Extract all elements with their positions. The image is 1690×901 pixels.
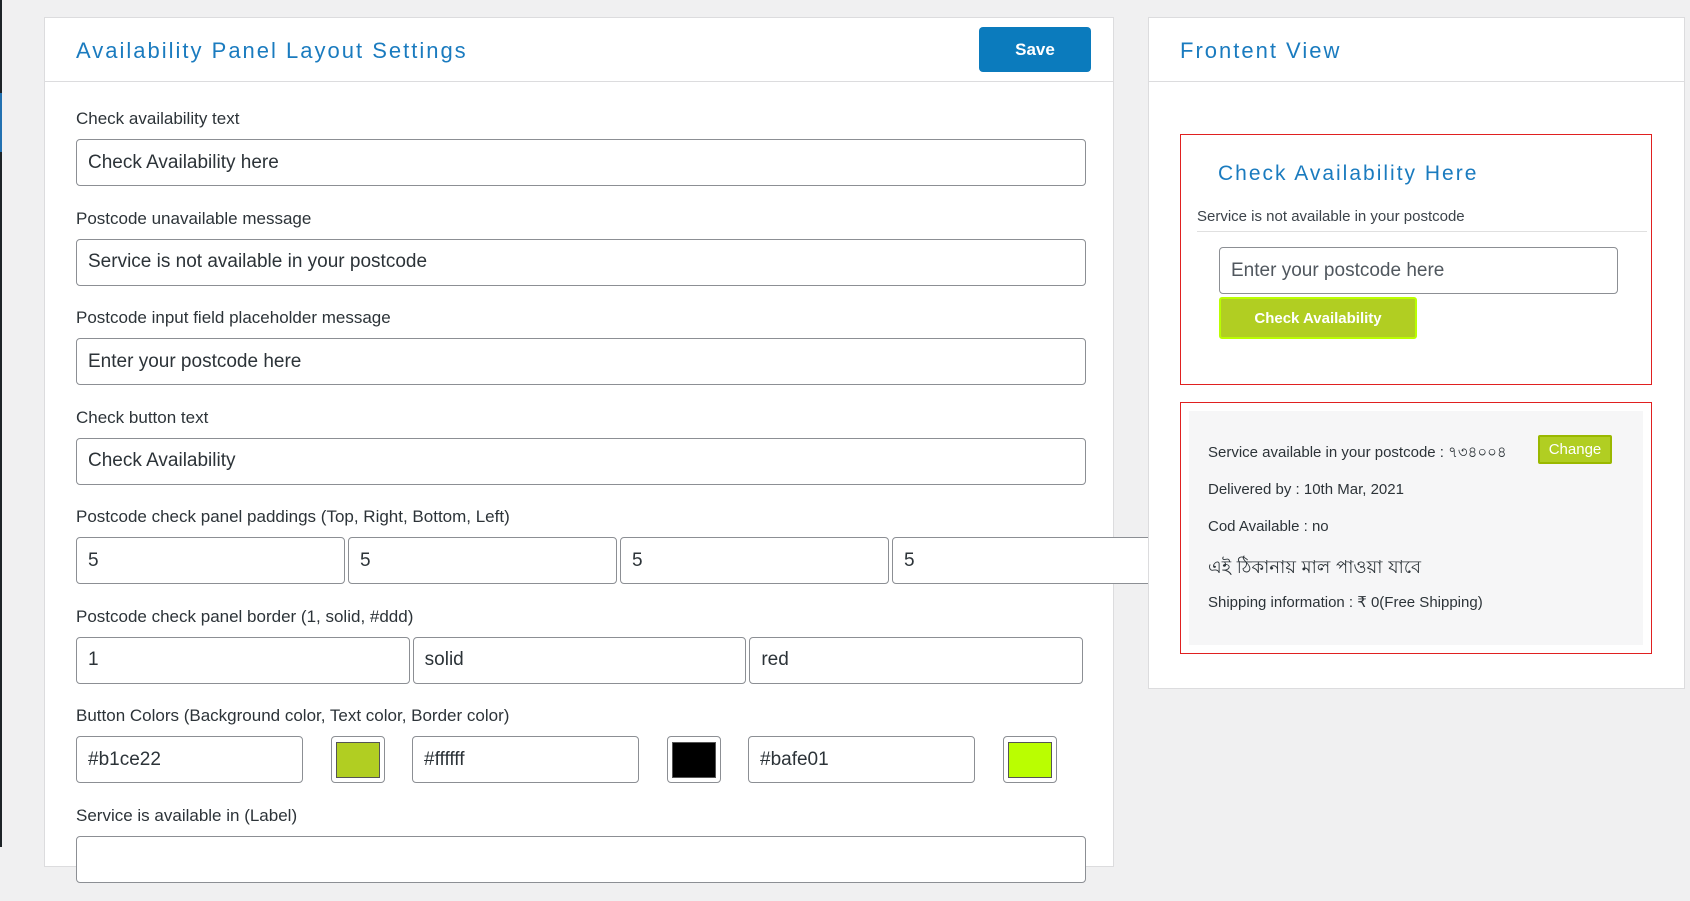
button-border-swatch — [1008, 742, 1052, 778]
check-text-label: Check availability text — [76, 105, 1086, 133]
border-style-input[interactable] — [413, 637, 747, 684]
paddings-row — [76, 537, 1083, 584]
settings-panel-header: Availability Panel Layout Settings Save — [45, 18, 1113, 82]
placeholder-msg-input[interactable] — [76, 338, 1086, 385]
check-text-input[interactable] — [76, 139, 1086, 186]
cod-available-text: Cod Available : no — [1208, 518, 1329, 535]
button-text-color-picker[interactable] — [667, 736, 721, 783]
button-border-color-picker[interactable] — [1003, 736, 1057, 783]
button-text-input[interactable] — [76, 438, 1086, 485]
border-label: Postcode check panel border (1, solid, #… — [76, 603, 1086, 631]
paddings-label: Postcode check panel paddings (Top, Righ… — [76, 503, 1086, 531]
field-paddings: Postcode check panel paddings (Top, Righ… — [76, 503, 1086, 603]
button-border-color-input[interactable] — [748, 736, 975, 783]
unavailable-msg-label: Postcode unavailable message — [76, 205, 1086, 233]
field-check-text: Check availability text — [76, 105, 1086, 205]
padding-bottom-input[interactable] — [620, 537, 889, 584]
field-placeholder-msg: Postcode input field placeholder message — [76, 304, 1086, 404]
service-available-text: Service available in your postcode : ৭৩৪… — [1208, 441, 1507, 466]
frontend-view-panel: Frontent View Check Availability Here Se… — [1148, 17, 1685, 689]
settings-form: Check availability text Postcode unavail… — [76, 105, 1086, 901]
shipping-info-text: Shipping information : ₹ 0(Free Shipping… — [1208, 593, 1483, 611]
button-text-swatch — [672, 742, 716, 778]
check-availability-button[interactable]: Check Availability — [1219, 297, 1417, 339]
field-button-colors: Button Colors (Background color, Text co… — [76, 702, 1086, 802]
change-postcode-button[interactable]: Change — [1538, 435, 1612, 464]
button-bg-swatch — [336, 742, 380, 778]
button-bg-color-input[interactable] — [76, 736, 303, 783]
padding-top-input[interactable] — [76, 537, 345, 584]
availability-check-panel: Check Availability Here Service is not a… — [1180, 134, 1652, 385]
field-unavailable-msg: Postcode unavailable message — [76, 205, 1086, 305]
padding-right-input[interactable] — [348, 537, 617, 584]
border-color-input[interactable] — [749, 637, 1083, 684]
placeholder-msg-label: Postcode input field placeholder message — [76, 304, 1086, 332]
unavailable-message: Service is not available in your postcod… — [1197, 208, 1647, 232]
delivered-by-text: Delivered by : 10th Mar, 2021 — [1208, 481, 1404, 498]
preview-panel-header: Frontent View — [1149, 18, 1684, 82]
field-border: Postcode check panel border (1, solid, #… — [76, 603, 1086, 703]
button-colors-row — [76, 736, 1086, 783]
settings-title: Availability Panel Layout Settings — [76, 38, 468, 64]
unavailable-msg-input[interactable] — [76, 239, 1086, 286]
available-label-input[interactable] — [76, 836, 1086, 883]
availability-result-panel: Service available in your postcode : ৭৩৪… — [1180, 402, 1652, 654]
save-button[interactable]: Save — [979, 27, 1091, 72]
border-row — [76, 637, 1083, 684]
field-available-label: Service is available in (Label) — [76, 802, 1086, 901]
button-colors-label: Button Colors (Background color, Text co… — [76, 702, 1086, 730]
border-width-input[interactable] — [76, 637, 410, 684]
padding-left-input[interactable] — [892, 537, 1161, 584]
check-availability-title: Check Availability Here — [1218, 162, 1478, 186]
field-button-text: Check button text — [76, 404, 1086, 504]
settings-panel: Availability Panel Layout Settings Save … — [44, 17, 1114, 867]
button-text-color-input[interactable] — [412, 736, 639, 783]
admin-sidebar-tick — [0, 122, 2, 152]
button-text-label: Check button text — [76, 404, 1086, 432]
available-label-label: Service is available in (Label) — [76, 802, 1086, 830]
button-bg-color-picker[interactable] — [331, 736, 385, 783]
postcode-input[interactable] — [1219, 247, 1618, 294]
bengali-availability-note: এই ঠিকানায় মাল পাওয়া যাবে — [1208, 553, 1421, 584]
result-inner: Service available in your postcode : ৭৩৪… — [1189, 411, 1643, 645]
admin-sidebar-tick — [0, 93, 2, 123]
preview-title: Frontent View — [1180, 38, 1341, 64]
